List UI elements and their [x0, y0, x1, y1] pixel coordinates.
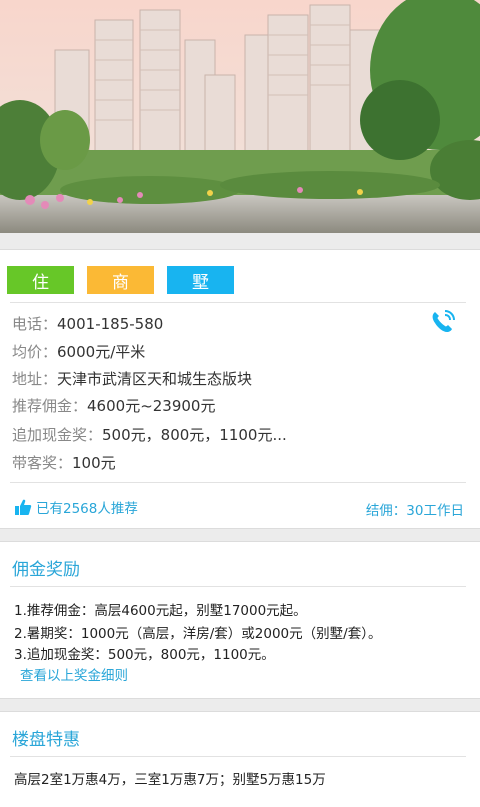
phone-label: 电话：	[12, 315, 58, 333]
tag-villa[interactable]: 墅	[167, 266, 234, 294]
address-value: 天津市武清区天和城生态版块	[57, 370, 253, 388]
settlement-period: 结佣：30工作日	[365, 503, 464, 519]
cash-bonus-value: 500元，800元，1100元...	[102, 426, 287, 444]
bonus-details-link[interactable]: 查看以上奖金细则	[20, 664, 128, 684]
bonus-line: 3.追加现金奖：500元，800元，1100元。	[14, 647, 275, 663]
visit-bonus-row: 带客奖：100元	[12, 452, 116, 473]
property-offers-section: 楼盘特惠 高层2室1万惠4万，三室1万惠7万；别墅5万惠15万	[0, 711, 480, 807]
phone-call-icon[interactable]	[428, 307, 458, 335]
price-value: 6000元/平米	[57, 343, 146, 361]
property-hero-image[interactable]	[0, 0, 480, 233]
price-row: 均价：6000元/平米	[12, 341, 145, 362]
visit-bonus-value: 100元	[72, 454, 116, 472]
divider	[10, 302, 466, 303]
price-label: 均价：	[12, 343, 58, 361]
section-title-offers: 楼盘特惠	[12, 730, 80, 750]
property-type-tags: 住 商 墅	[7, 266, 247, 294]
address-row: 地址：天津市武清区天和城生态版块	[12, 368, 252, 389]
cash-bonus-label: 追加现金奖：	[12, 426, 103, 444]
tag-residential[interactable]: 住	[7, 266, 74, 294]
commission-label: 推荐佣金：	[12, 397, 88, 415]
phone-number[interactable]: 4001-185-580	[57, 315, 163, 333]
divider	[10, 586, 466, 587]
cash-bonus-row: 追加现金奖：500元，800元，1100元...	[12, 424, 287, 445]
recommend-count: 已有2568人推荐	[14, 497, 138, 517]
property-info-card: 住 商 墅 电话：4001-185-580 均价：6000元/平米 地址：天津市…	[0, 249, 480, 529]
tag-commercial[interactable]: 商	[87, 266, 154, 294]
offer-line: 高层2室1万惠4万，三室1万惠7万；别墅5万惠15万	[14, 772, 326, 788]
address-label: 地址：	[12, 370, 58, 388]
divider	[10, 756, 466, 757]
bonus-line: 1.推荐佣金：高层4600元起，别墅17000元起。	[14, 603, 307, 619]
commission-value: 4600元~23900元	[87, 397, 216, 415]
bonus-line: 2.暑期奖：1000元（高层，洋房/套）或2000元（别墅/套）。	[14, 626, 382, 642]
property-photo	[0, 0, 480, 233]
recommend-count-text: 已有2568人推荐	[36, 501, 138, 517]
section-title-commission: 佣金奖励	[12, 560, 80, 580]
commission-row: 推荐佣金：4600元~23900元	[12, 395, 215, 416]
divider	[10, 482, 466, 483]
phone-row: 电话：4001-185-580	[12, 313, 163, 334]
visit-bonus-label: 带客奖：	[12, 454, 73, 472]
commission-reward-section: 佣金奖励 1.推荐佣金：高层4600元起，别墅17000元起。 2.暑期奖：10…	[0, 541, 480, 699]
thumbs-up-icon	[15, 499, 32, 515]
